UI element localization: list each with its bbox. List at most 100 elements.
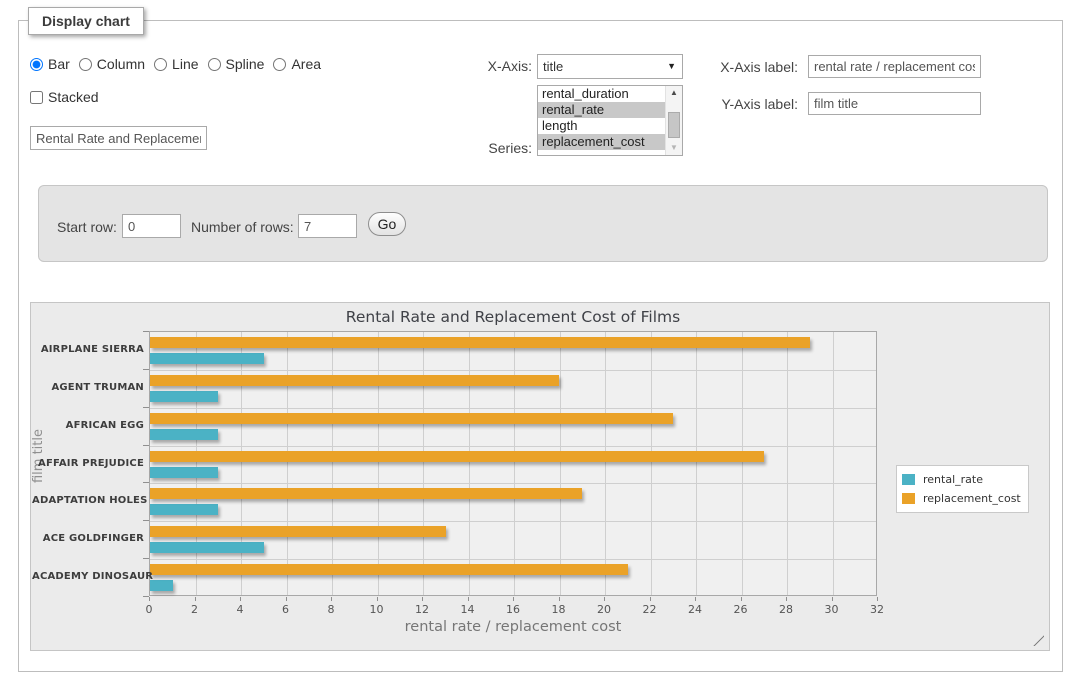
x-tick-label: 12 <box>407 603 437 616</box>
x-axis-label-input[interactable] <box>808 55 981 78</box>
gridline-horizontal <box>150 370 876 371</box>
y-axis-label-input[interactable] <box>808 92 981 115</box>
bar-replacement_cost <box>150 337 810 348</box>
gridline-vertical <box>196 332 197 595</box>
gridline-vertical <box>514 332 515 595</box>
y-axis-tick <box>143 482 149 483</box>
chart-type-radio-bar[interactable] <box>30 58 43 71</box>
x-axis-tick <box>695 597 696 601</box>
scroll-up-icon[interactable]: ▲ <box>666 86 682 100</box>
bar-replacement_cost <box>150 488 582 499</box>
chart-title: Rental Rate and Replacement Cost of Film… <box>149 308 877 326</box>
chart-type-radio-area[interactable] <box>273 58 286 71</box>
y-axis-tick <box>143 520 149 521</box>
series-option-replacement_cost[interactable]: replacement_cost <box>538 134 665 150</box>
chart-type-label: Column <box>97 56 145 72</box>
bar-rental_rate <box>150 467 218 478</box>
series-option-rental_duration[interactable]: rental_duration <box>538 86 665 102</box>
fieldset-legend: Display chart <box>28 7 144 35</box>
x-tick-label: 8 <box>316 603 346 616</box>
go-button[interactable]: Go <box>368 212 406 236</box>
page: Display chart Bar Column Line Spline Area St… <box>0 0 1081 681</box>
x-tick-label: 10 <box>362 603 392 616</box>
gridline-vertical <box>423 332 424 595</box>
scroll-down-icon[interactable]: ▼ <box>666 141 682 155</box>
x-axis-tick <box>286 597 287 601</box>
gridline-vertical <box>469 332 470 595</box>
x-tick-label: 18 <box>544 603 574 616</box>
chart-type-option-column[interactable]: Column <box>79 56 145 72</box>
chart-type-option-line[interactable]: Line <box>154 56 198 72</box>
bar-rental_rate <box>150 504 218 515</box>
y-axis-tick <box>143 445 149 446</box>
bar-replacement_cost <box>150 564 628 575</box>
chart-type-label: Area <box>291 56 321 72</box>
x-axis-tick <box>604 597 605 601</box>
chart-title-input[interactable] <box>30 126 207 150</box>
bar-replacement_cost <box>150 413 673 424</box>
y-axis-tick <box>143 331 149 332</box>
gridline-vertical <box>651 332 652 595</box>
chart-type-radio-column[interactable] <box>79 58 92 71</box>
series-option-length[interactable]: length <box>538 118 665 134</box>
start-row-input[interactable] <box>122 214 181 238</box>
gridline-vertical <box>378 332 379 595</box>
chart-resize-handle[interactable] <box>1033 635 1044 646</box>
x-axis-tick <box>240 597 241 601</box>
stacked-label: Stacked <box>48 89 99 105</box>
bar-rental_rate <box>150 391 218 402</box>
stacked-checkbox[interactable] <box>30 91 43 104</box>
chart-type-option-spline[interactable]: Spline <box>208 56 265 72</box>
x-axis-tick <box>741 597 742 601</box>
chart-type-radio-group: Bar Column Line Spline Area <box>30 56 330 72</box>
category-label: ACE GOLDFINGER <box>32 533 144 544</box>
bar-replacement_cost <box>150 451 764 462</box>
chart-type-radio-line[interactable] <box>154 58 167 71</box>
y-axis-tick <box>143 596 149 597</box>
stacked-checkbox-row[interactable]: Stacked <box>30 89 99 105</box>
gridline-horizontal <box>150 483 876 484</box>
legend-item: replacement_cost <box>902 489 1021 508</box>
x-axis-tick <box>559 597 560 601</box>
x-axis-title: rental rate / replacement cost <box>149 619 877 635</box>
chart-type-option-area[interactable]: Area <box>273 56 321 72</box>
x-axis-select[interactable]: title <box>537 54 683 79</box>
legend-swatch-icon <box>902 493 915 504</box>
x-tick-label: 24 <box>680 603 710 616</box>
gridline-vertical <box>560 332 561 595</box>
legend-item: rental_rate <box>902 470 1021 489</box>
x-tick-label: 32 <box>862 603 892 616</box>
plot-area <box>149 331 877 596</box>
x-tick-label: 6 <box>271 603 301 616</box>
series-option-rental_rate[interactable]: rental_rate <box>538 102 665 118</box>
chart-container: Rental Rate and Replacement Cost of Film… <box>30 302 1050 651</box>
category-label: AFRICAN EGG <box>32 420 144 431</box>
num-rows-input[interactable] <box>298 214 357 238</box>
x-axis-tick <box>468 597 469 601</box>
chart-type-label: Line <box>172 56 198 72</box>
gridline-vertical <box>787 332 788 595</box>
gridline-vertical <box>742 332 743 595</box>
category-label: ACADEMY DINOSAUR <box>32 571 144 582</box>
legend-swatch-icon <box>902 474 915 485</box>
chart-type-label: Bar <box>48 56 70 72</box>
num-rows-label: Number of rows: <box>191 219 294 235</box>
rows-control-panel: Start row: Number of rows: Go <box>38 185 1048 262</box>
gridline-vertical <box>332 332 333 595</box>
category-label: AIRPLANE SIERRA <box>32 344 144 355</box>
gridline-vertical <box>696 332 697 595</box>
x-tick-label: 26 <box>726 603 756 616</box>
legend-label: replacement_cost <box>923 492 1021 505</box>
x-axis-tick <box>650 597 651 601</box>
series-options: rental_durationrental_ratelengthreplacem… <box>538 86 665 155</box>
gridline-vertical <box>833 332 834 595</box>
x-axis-select-label: X-Axis: <box>447 58 532 74</box>
scrollbar-thumb[interactable] <box>668 112 680 138</box>
chart-type-option-bar[interactable]: Bar <box>30 56 70 72</box>
series-scrollbar[interactable]: ▲ ▼ <box>665 86 682 155</box>
bar-rental_rate <box>150 353 264 364</box>
gridline-vertical <box>287 332 288 595</box>
category-label: AGENT TRUMAN <box>32 382 144 393</box>
chart-type-radio-spline[interactable] <box>208 58 221 71</box>
series-listbox[interactable]: rental_durationrental_ratelengthreplacem… <box>537 85 683 156</box>
